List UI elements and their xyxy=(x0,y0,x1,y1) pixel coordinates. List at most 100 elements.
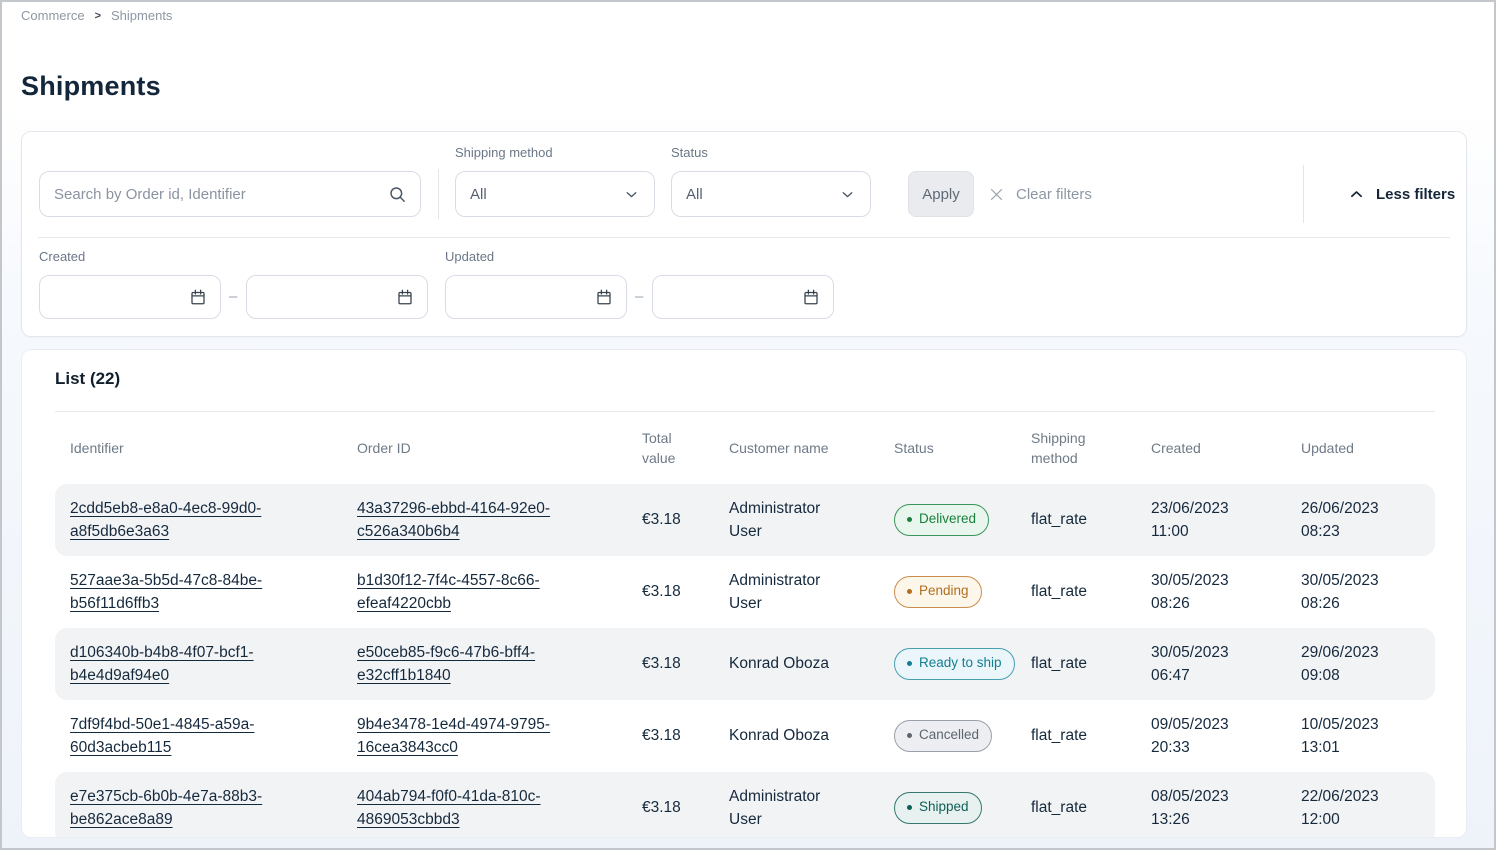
shipping-method-cell: flat_rate xyxy=(1031,508,1151,531)
table-row: 2cdd5eb8-e8a0-4ec8-99d0-a8f5db6e3a63 43a… xyxy=(55,484,1435,556)
status-value: All xyxy=(686,186,703,203)
close-icon xyxy=(988,186,1005,203)
search-input[interactable] xyxy=(40,172,388,216)
created-from-box xyxy=(39,275,221,319)
shipping-method-select[interactable]: All xyxy=(455,171,655,217)
page-title: Shipments xyxy=(21,71,161,102)
calendar-icon[interactable] xyxy=(189,288,207,306)
customer-name-cell: Administrator User xyxy=(729,785,854,832)
identifier-link[interactable]: d106340b-b4b8-4f07-bcf1-b4e4d9af94e0 xyxy=(70,641,298,688)
status-select[interactable]: All xyxy=(671,171,871,217)
customer-name-cell: Administrator User xyxy=(729,569,854,616)
identifier-link[interactable]: 2cdd5eb8-e8a0-4ec8-99d0-a8f5db6e3a63 xyxy=(70,497,298,544)
status-badge: Shipped xyxy=(894,792,982,823)
status-dot-icon xyxy=(907,589,912,594)
status-label: Status xyxy=(671,145,708,160)
status-dot-icon xyxy=(907,733,912,738)
calendar-icon[interactable] xyxy=(396,288,414,306)
table-row: 7df9f4bd-50e1-4845-a59a-60d3acbeb115 9b4… xyxy=(55,700,1435,772)
apply-button[interactable]: Apply xyxy=(908,171,974,217)
order-id-cell: 9b4e3478-1e4d-4974-9795-16cea3843cc0 xyxy=(357,713,642,760)
order-id-link[interactable]: 9b4e3478-1e4d-4974-9795-16cea3843cc0 xyxy=(357,713,585,760)
calendar-icon[interactable] xyxy=(595,288,613,306)
identifier-link[interactable]: 7df9f4bd-50e1-4845-a59a-60d3acbeb115 xyxy=(70,713,298,760)
identifier-link[interactable]: e7e375cb-6b0b-4e7a-88b3-be862ace8a89 xyxy=(70,785,298,832)
table-header-row: Identifier Order ID Total value Customer… xyxy=(55,412,1435,484)
created-to-input[interactable] xyxy=(247,276,396,318)
order-id-link[interactable]: e50ceb85-f9c6-47b6-bff4-e32cff1b1840 xyxy=(357,641,585,688)
shipping-method-cell: flat_rate xyxy=(1031,796,1151,819)
updated-cell: 10/05/2023 13:01 xyxy=(1301,713,1397,760)
table-row: e7e375cb-6b0b-4e7a-88b3-be862ace8a89 404… xyxy=(55,772,1435,838)
updated-cell: 29/06/2023 09:08 xyxy=(1301,641,1397,688)
customer-name-cell: Konrad Oboza xyxy=(729,724,854,747)
updated-to-input[interactable] xyxy=(653,276,802,318)
order-id-link[interactable]: 43a37296-ebbd-4164-92e0-c526a340b6b4 xyxy=(357,497,585,544)
total-value-cell: €3.18 xyxy=(642,724,729,747)
identifier-cell: 2cdd5eb8-e8a0-4ec8-99d0-a8f5db6e3a63 xyxy=(70,497,357,544)
shipping-method-label: Shipping method xyxy=(455,145,553,160)
status-dot-icon xyxy=(907,517,912,522)
calendar-icon[interactable] xyxy=(802,288,820,306)
status-cell: Cancelled xyxy=(894,720,1031,751)
shipping-method-cell: flat_rate xyxy=(1031,652,1151,675)
customer-name-cell: Administrator User xyxy=(729,497,854,544)
shipping-method-value: All xyxy=(470,186,487,203)
table-row: d106340b-b4b8-4f07-bcf1-b4e4d9af94e0 e50… xyxy=(55,628,1435,700)
less-filters-label: Less filters xyxy=(1376,186,1455,203)
column-header-status: Status xyxy=(894,438,1031,458)
order-id-link[interactable]: 404ab794-f0f0-41da-810c-4869053cbbd3 xyxy=(357,785,585,832)
order-id-cell: b1d30f12-7f4c-4557-8c66-efeaf4220cbb xyxy=(357,569,642,616)
status-cell: Shipped xyxy=(894,792,1031,823)
total-value-cell: €3.18 xyxy=(642,508,729,531)
less-filters-toggle[interactable]: Less filters xyxy=(1348,171,1455,217)
clear-filters-button[interactable]: Clear filters xyxy=(988,171,1092,217)
status-dot-icon xyxy=(907,805,912,810)
chevron-down-icon xyxy=(839,186,856,203)
identifier-cell: e7e375cb-6b0b-4e7a-88b3-be862ace8a89 xyxy=(70,785,357,832)
status-badge: Pending xyxy=(894,576,982,607)
customer-name-cell: Konrad Oboza xyxy=(729,652,854,675)
identifier-cell: 527aae3a-5b5d-47c8-84be-b56f11d6ffb3 xyxy=(70,569,357,616)
column-header-total-value: Total value xyxy=(642,428,706,469)
column-header-identifier: Identifier xyxy=(70,438,357,458)
updated-cell: 22/06/2023 12:00 xyxy=(1301,785,1397,832)
created-cell: 08/05/2023 13:26 xyxy=(1151,785,1247,832)
updated-label: Updated xyxy=(445,249,494,264)
breadcrumb: Commerce > Shipments xyxy=(21,8,172,23)
updated-cell: 30/05/2023 08:26 xyxy=(1301,569,1397,616)
updated-to-box xyxy=(652,275,834,319)
created-cell: 09/05/2023 20:33 xyxy=(1151,713,1247,760)
updated-from-input[interactable] xyxy=(446,276,595,318)
status-cell: Ready to ship xyxy=(894,648,1031,679)
breadcrumb-commerce[interactable]: Commerce xyxy=(21,8,85,23)
column-header-updated: Updated xyxy=(1301,438,1420,458)
search-input-box xyxy=(39,171,421,217)
breadcrumb-shipments[interactable]: Shipments xyxy=(111,8,172,23)
column-header-shipping-method: Shipping method xyxy=(1031,428,1101,469)
updated-cell: 26/06/2023 08:23 xyxy=(1301,497,1397,544)
column-header-created: Created xyxy=(1151,438,1301,458)
created-cell: 30/05/2023 06:47 xyxy=(1151,641,1247,688)
status-badge: Ready to ship xyxy=(894,648,1015,679)
breadcrumb-separator-icon: > xyxy=(95,10,101,22)
column-header-order-id: Order ID xyxy=(357,438,642,458)
date-range-dash: – xyxy=(229,288,237,305)
status-badge: Delivered xyxy=(894,504,989,535)
status-badge-label: Ready to ship xyxy=(919,653,1002,673)
shipping-method-cell: flat_rate xyxy=(1031,580,1151,603)
table-body: 2cdd5eb8-e8a0-4ec8-99d0-a8f5db6e3a63 43a… xyxy=(55,484,1435,838)
table-row: 527aae3a-5b5d-47c8-84be-b56f11d6ffb3 b1d… xyxy=(55,556,1435,628)
filter-divider xyxy=(1303,165,1304,223)
identifier-link[interactable]: 527aae3a-5b5d-47c8-84be-b56f11d6ffb3 xyxy=(70,569,298,616)
status-cell: Pending xyxy=(894,576,1031,607)
column-header-customer-name: Customer name xyxy=(729,438,894,458)
status-badge-label: Delivered xyxy=(919,509,976,529)
order-id-link[interactable]: b1d30f12-7f4c-4557-8c66-efeaf4220cbb xyxy=(357,569,585,616)
filters-row-divider xyxy=(38,237,1450,238)
created-cell: 30/05/2023 08:26 xyxy=(1151,569,1247,616)
updated-from-box xyxy=(445,275,627,319)
clear-filters-label: Clear filters xyxy=(1016,186,1092,203)
created-from-input[interactable] xyxy=(40,276,189,318)
status-cell: Delivered xyxy=(894,504,1031,535)
